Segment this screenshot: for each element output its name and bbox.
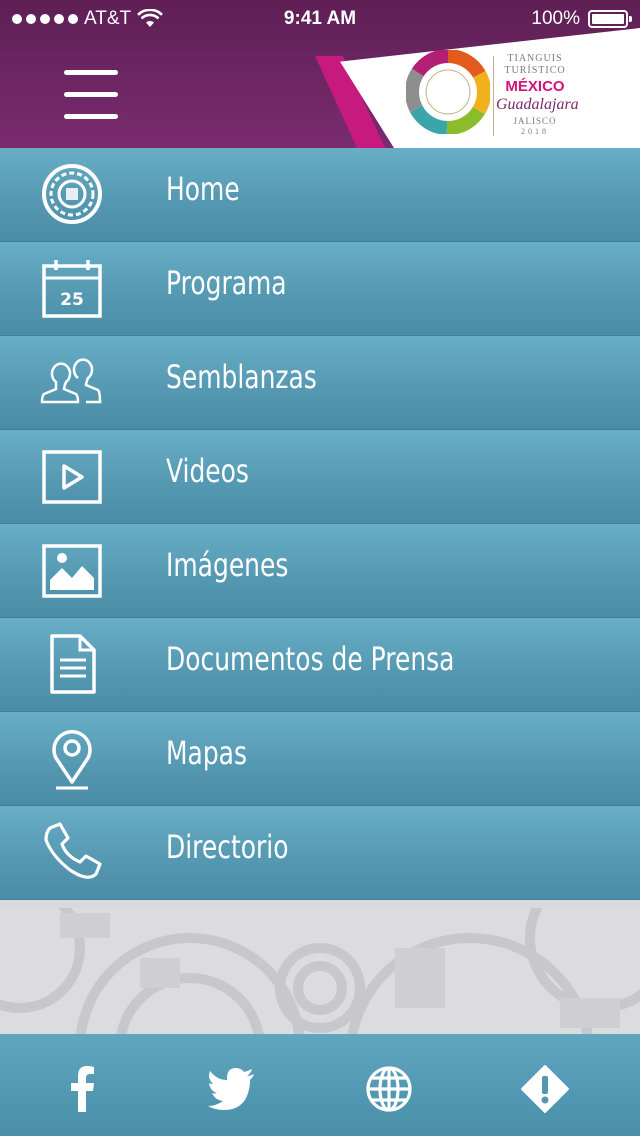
logo-line-turistico: TURÍSTICO (504, 65, 566, 76)
phone-icon (44, 822, 102, 879)
logo-divider (493, 56, 494, 136)
people-icon (40, 358, 102, 404)
twitter-icon[interactable] (206, 1064, 256, 1114)
menu-item-label: Imágenes (166, 546, 289, 584)
logo-line-guadalajara: Guadalajara (496, 96, 579, 113)
hamburger-menu-icon[interactable] (64, 70, 118, 122)
menu-item-programa[interactable]: 25 Programa (0, 242, 640, 336)
menu-item-label: Videos (166, 452, 249, 490)
menu-item-label: Documentos de Prensa (166, 640, 455, 678)
document-icon (50, 634, 96, 694)
tianguis-logo-text: TIANGUIS TURÍSTICO MÉXICO Guadalajara JA… (496, 53, 579, 136)
menu-item-imagenes[interactable]: Imágenes (0, 524, 640, 618)
menu-item-label: Programa (166, 264, 287, 302)
logo-panel (340, 28, 640, 148)
menu-item-mapas[interactable]: Mapas (0, 712, 640, 806)
bottom-bar (0, 1034, 640, 1136)
calendar-icon: 25 (42, 260, 102, 318)
logo-line-mexico: MÉXICO (505, 78, 565, 95)
tianguis-logo-ring-icon (406, 50, 490, 134)
menu-item-videos[interactable]: Videos (0, 430, 640, 524)
menu-item-semblanzas[interactable]: Semblanzas (0, 336, 640, 430)
facebook-icon[interactable] (58, 1064, 108, 1114)
menu-item-label: Semblanzas (166, 358, 317, 396)
logo-line-tianguis: TIANGUIS (507, 53, 563, 64)
menu-item-documentos-prensa[interactable]: Documentos de Prensa (0, 618, 640, 712)
status-bar: AT&T 9:41 AM 100% (0, 0, 640, 38)
decorative-background (0, 908, 640, 1034)
home-calendar-stone-icon (42, 164, 102, 224)
status-right: 100% (531, 8, 632, 30)
menu-item-directorio[interactable]: Directorio (0, 806, 640, 900)
battery-icon (588, 10, 632, 28)
battery-percent: 100% (531, 8, 580, 29)
logo-line-year: 2018 (521, 127, 549, 136)
alert-icon[interactable] (520, 1064, 570, 1114)
menu-item-label: Home (166, 170, 240, 208)
menu-item-home[interactable]: Home (0, 148, 640, 242)
app-header: AT&T 9:41 AM 100% TIANGUIS TURÍSTICO MÉX (0, 0, 640, 148)
map-pin-icon (52, 730, 92, 790)
logo-line-jalisco: JALISCO (513, 116, 557, 126)
video-play-icon (42, 450, 102, 504)
menu-item-label: Mapas (166, 734, 247, 772)
globe-icon[interactable] (364, 1064, 414, 1114)
side-menu: Home 25 Programa Semblanzas Videos Imáge… (0, 148, 640, 900)
menu-item-label: Directorio (166, 828, 289, 866)
aztec-pattern-icon (0, 908, 640, 1034)
calendar-day-number: 25 (60, 290, 84, 310)
image-icon (42, 544, 102, 598)
